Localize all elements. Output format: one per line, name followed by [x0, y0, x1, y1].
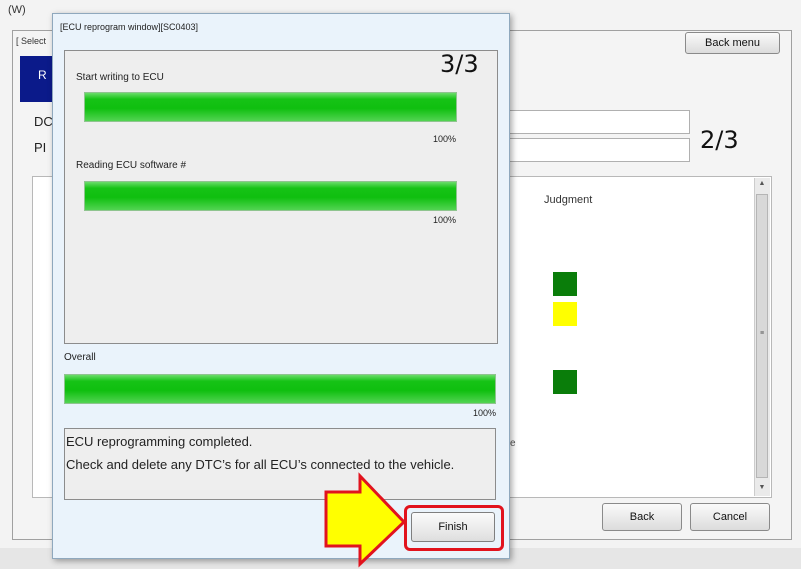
- task1-progress-bar: [84, 92, 457, 122]
- scroll-down-icon[interactable]: ▼: [756, 484, 768, 491]
- task1-label: Start writing to ECU: [76, 72, 164, 83]
- arrow-icon: [324, 472, 407, 568]
- hidden-fragment: e: [510, 438, 516, 449]
- back-label: Back: [629, 511, 655, 523]
- dialog-step-indicator: 3/3: [440, 50, 479, 78]
- judgment-status-warn: [553, 302, 577, 326]
- field2-label: PI: [34, 140, 47, 155]
- back-menu-button[interactable]: Back menu: [685, 32, 780, 54]
- field2-input[interactable]: [500, 138, 690, 162]
- blue-tab-label: R: [38, 68, 47, 82]
- overall-progress-fill: [65, 375, 495, 403]
- cancel-label: Cancel: [712, 511, 748, 523]
- background-step-indicator: 2/3: [700, 126, 739, 154]
- task1-percent: 100%: [432, 134, 456, 144]
- overall-percent: 100%: [472, 408, 496, 418]
- judgment-status-ok-2: [553, 370, 577, 394]
- overall-label: Overall: [64, 352, 96, 363]
- back-button[interactable]: Back: [602, 503, 682, 531]
- scroll-grip-icon: ≡: [759, 330, 765, 337]
- task2-progress-fill: [85, 182, 456, 210]
- task2-percent: 100%: [432, 215, 456, 225]
- task2-progress-bar: [84, 181, 457, 211]
- task2-label: Reading ECU software #: [76, 160, 187, 171]
- judgment-header: Judgment: [544, 194, 593, 206]
- message-line-1: ECU reprogramming completed.: [66, 434, 253, 449]
- cancel-button[interactable]: Cancel: [690, 503, 770, 531]
- finish-highlight-box: [404, 505, 504, 551]
- arrow-shape: [324, 472, 407, 568]
- select-label: [ Select: [16, 36, 47, 46]
- back-menu-label: Back menu: [704, 37, 761, 49]
- task1-progress-fill: [85, 93, 456, 121]
- scroll-up-icon[interactable]: ▲: [756, 180, 768, 187]
- field1-label: DC: [34, 114, 53, 129]
- overall-progress-bar: [64, 374, 496, 404]
- judgment-status-ok-1: [553, 272, 577, 296]
- dialog-title: [ECU reprogram window][SC0403]: [60, 22, 199, 32]
- field1-input[interactable]: [500, 110, 690, 134]
- menu-bar-text[interactable]: (W): [8, 4, 26, 16]
